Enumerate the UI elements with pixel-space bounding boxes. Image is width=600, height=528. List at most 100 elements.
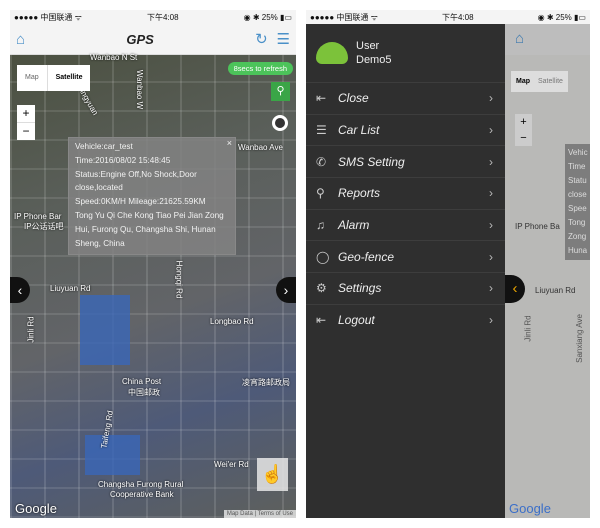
refresh-icon[interactable]: ↻	[255, 31, 268, 48]
status-bar: ●●●●● 中国联通 ᯤ 下午4:08 ◉ ✱ 25% ▮▭	[10, 10, 296, 24]
vehicle-time: Time:2016/08/02 15:48:45	[75, 155, 171, 165]
menu-item-alarm[interactable]: ♫ Alarm ›	[306, 208, 505, 241]
street-label: 凌宵路邮政局	[242, 378, 290, 387]
list-icon: ☰	[316, 123, 327, 138]
refresh-countdown: 8secs to refresh	[227, 62, 293, 75]
user-profile: User Demo5	[306, 24, 505, 82]
menu-item-settings[interactable]: ⚙ Settings ›	[306, 272, 505, 304]
clock: 下午4:08	[147, 12, 179, 22]
menu-item-car-list[interactable]: ☰ Car List ›	[306, 113, 505, 146]
satellite-button[interactable]: Satellite	[538, 78, 563, 85]
chevron-right-icon: ›	[489, 313, 493, 328]
dimmed-map[interactable]: ⌂ Map Satellite + − Vehic Time Statu close Spe…	[505, 24, 590, 518]
street-label: Hongqi Rd	[174, 260, 184, 299]
menu-screen: ●●●●● 中国联通 ᯤ 下午4:08 ◉ ✱ 25% ▮▭ ⌂ Map Sate…	[306, 10, 590, 518]
chevron-left-icon[interactable]: ‹	[505, 275, 525, 303]
chevron-right-icon: ›	[489, 186, 493, 201]
map-button[interactable]: Map	[17, 65, 47, 91]
chevron-right-icon[interactable]: ›	[276, 277, 296, 303]
street-label: Liuyuan Rd	[50, 284, 91, 293]
info-line: Zong	[568, 232, 587, 241]
menu-item-label: Geo-fence	[338, 249, 395, 264]
header: ⌂ GPS ↻ ☰	[10, 24, 296, 55]
zoom-controls: + −	[17, 105, 35, 140]
terms-link[interactable]: Terms of Use	[258, 511, 293, 517]
street-label: China Post	[122, 377, 162, 386]
car-avatar-icon	[316, 42, 348, 64]
menu-item-geo-fence[interactable]: ◯ Geo-fence ›	[306, 240, 505, 272]
map-attribution: Map Data | Terms of Use	[223, 510, 296, 518]
vehicle-name: Vehicle:car_test	[75, 142, 133, 151]
info-line: Time	[568, 162, 586, 171]
street-label: Wanbao Ave	[238, 143, 283, 152]
map-data-link[interactable]: Map Data	[227, 511, 253, 517]
map-pin-icon[interactable]: ⚲	[271, 82, 290, 101]
map-type-toggle: Map Satellite	[17, 65, 91, 91]
menu-item-reports[interactable]: ⚲ Reports ›	[306, 177, 505, 209]
home-icon[interactable]: ⌂	[515, 30, 524, 47]
street-label: Longbao Rd	[210, 317, 254, 326]
user-name: Demo5	[356, 54, 392, 66]
info-line: close	[568, 190, 587, 199]
carrier: ●●●●● 中国联通 ᯤ	[14, 12, 82, 22]
info-line: Spee	[568, 204, 587, 213]
street-label: Jinli Rd	[26, 316, 36, 343]
carrier: ●●●●● 中国联通 ᯤ	[310, 12, 378, 22]
logout-icon: ⇤	[316, 313, 327, 328]
battery: ◉ ✱ 25% ▮▭	[243, 12, 292, 22]
my-location-icon[interactable]	[272, 115, 288, 131]
battery: ◉ ✱ 25% ▮▭	[537, 12, 586, 22]
side-menu: User Demo5 ⇤ Close › ☰ Car List › ✆ SMS Setting ›…	[306, 24, 505, 518]
street-label: IP公话话吧	[24, 222, 64, 231]
info-line: Statu	[568, 176, 587, 185]
chevron-right-icon: ›	[489, 249, 493, 264]
circle-icon: ◯	[316, 249, 330, 264]
menu-item-label: SMS Setting	[338, 154, 405, 169]
chevron-right-icon: ›	[489, 91, 493, 106]
clock: 下午4:08	[442, 12, 474, 22]
menu-item-label: Reports	[338, 186, 381, 201]
street-label: Cooperative Bank	[110, 490, 174, 499]
location-icon: ⚲	[316, 186, 325, 201]
street-label: IP Phone Bar	[14, 212, 62, 221]
satellite-button[interactable]: Satellite	[46, 65, 91, 91]
google-logo: Google	[15, 501, 57, 516]
map-button[interactable]: Map	[516, 78, 530, 85]
exit-icon: ⇤	[316, 91, 327, 106]
street-label: Liuyuan Rd	[535, 286, 576, 295]
street-label: 中国邮政	[128, 388, 160, 397]
vehicle-status: Status:Engine Off,No Shock,Door close,lo…	[75, 169, 197, 193]
chevron-left-icon[interactable]: ‹	[10, 277, 30, 303]
close-icon[interactable]: ×	[227, 137, 232, 151]
menu-item-label: Car List	[338, 123, 380, 138]
page-title: GPS	[126, 31, 154, 47]
zoom-out-button[interactable]: −	[515, 130, 532, 146]
street-label: Changsha Furong Rural	[98, 480, 184, 489]
street-label: Wei'er Rd	[214, 460, 249, 469]
street-label: Wanbao W	[135, 69, 145, 110]
chevron-right-icon: ›	[489, 123, 493, 138]
phone-icon: ✆	[316, 154, 327, 169]
street-label: Sanxiang Ave	[574, 314, 584, 363]
gear-icon: ⚙	[316, 281, 327, 296]
chevron-right-icon: ›	[489, 218, 493, 233]
info-line: Huna	[568, 246, 588, 255]
zoom-in-button[interactable]: +	[515, 114, 532, 130]
menu-item-label: Close	[338, 91, 369, 106]
google-logo: Google	[509, 501, 551, 516]
zoom-in-button[interactable]: +	[17, 105, 35, 123]
menu-icon[interactable]: ☰	[277, 31, 290, 48]
chevron-right-icon: ›	[489, 154, 493, 169]
map[interactable]: Wanbao N St Wanbao W Mingyuan Wanbao Ave…	[10, 53, 296, 518]
street-label: IP Phone Ba	[515, 222, 560, 231]
menu-item-logout[interactable]: ⇤ Logout ›	[306, 303, 505, 336]
vehicle-address: Tong Yu Qi Che Kong Tiao Pei Jian Zong H…	[75, 210, 224, 248]
menu-item-sms-setting[interactable]: ✆ SMS Setting ›	[306, 145, 505, 177]
menu-item-label: Logout	[338, 313, 375, 328]
zoom-out-button[interactable]: −	[17, 123, 35, 140]
hand-pointer-icon[interactable]: ☝	[257, 458, 288, 491]
vehicle-info-window: × Vehicle:car_test Time:2016/08/02 15:48…	[68, 137, 236, 256]
street-label: Wanbao N St	[90, 53, 138, 62]
home-icon[interactable]: ⌂	[16, 31, 25, 48]
menu-item-close[interactable]: ⇤ Close ›	[306, 82, 505, 114]
